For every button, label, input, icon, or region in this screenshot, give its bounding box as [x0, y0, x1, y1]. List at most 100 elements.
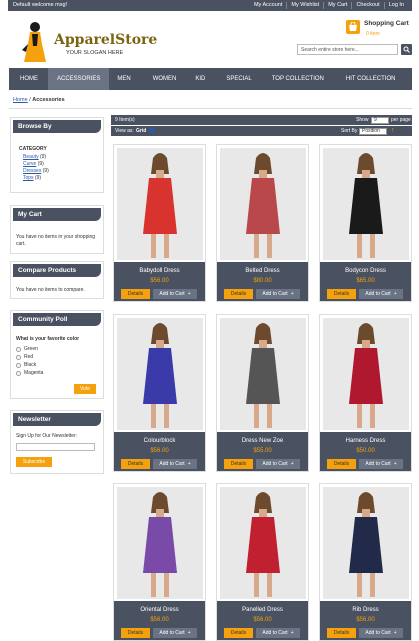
sort-by-label: Sort By	[341, 128, 358, 134]
nav-men[interactable]: MEN	[109, 68, 143, 90]
product-image[interactable]	[323, 487, 409, 599]
add-to-cart-button[interactable]: Add to Cart +	[359, 459, 403, 469]
product-image[interactable]	[220, 487, 306, 599]
add-to-cart-label: Add to Cart	[365, 630, 391, 636]
add-to-cart-label: Add to Cart	[262, 461, 288, 467]
product-card: Colourblock $56.00 Details Add to Cart +	[113, 314, 206, 472]
product-name[interactable]: Rib Dress	[320, 607, 411, 613]
browse-by-block: Browse By CATEGORY Beauty (9) Curve (9) …	[10, 117, 104, 193]
plus-icon: +	[393, 630, 397, 636]
checkout-link[interactable]: Checkout	[351, 2, 383, 9]
category-link-tops[interactable]: Tops	[23, 175, 34, 181]
add-to-cart-button[interactable]: Add to Cart +	[256, 459, 300, 469]
add-to-cart-button[interactable]: Add to Cart +	[153, 459, 197, 469]
product-name[interactable]: Dress New Zoe	[217, 438, 308, 444]
add-to-cart-label: Add to Cart	[159, 630, 185, 636]
product-image[interactable]	[117, 148, 203, 260]
add-to-cart-button[interactable]: Add to Cart +	[256, 289, 300, 299]
newsletter-block: Newsletter Sign Up for Our Newsletter: S…	[10, 410, 104, 474]
nav-accessories[interactable]: ACCESSORIES	[48, 68, 110, 90]
radio-button[interactable]	[16, 346, 21, 352]
my-cart-block: My Cart You have no items in your shoppi…	[10, 205, 104, 254]
my-account-link[interactable]: My Account	[250, 2, 286, 9]
product-name[interactable]: Belted Dress	[217, 268, 308, 274]
log-in-link[interactable]: Log In	[383, 2, 408, 9]
nav-home[interactable]: HOME	[14, 68, 48, 90]
details-button[interactable]: Details	[121, 459, 150, 469]
radio-button[interactable]	[16, 362, 21, 368]
product-info: Babydoll Dress $56.00 Details Add to Cart +	[114, 262, 205, 301]
details-button[interactable]: Details	[327, 459, 356, 469]
product-name[interactable]: Panelled Dress	[217, 607, 308, 613]
product-card: Oriental Dress $56.00 Details Add to Cart +	[113, 483, 206, 641]
product-price: $56.00	[150, 617, 169, 623]
poll-option-magenta[interactable]: Magenta	[16, 369, 98, 377]
divider	[9, 108, 412, 109]
add-to-cart-button[interactable]: Add to Cart +	[153, 289, 197, 299]
community-poll-block: Community Poll What is your favorite col…	[10, 310, 104, 399]
sort-by-select[interactable]: Position	[359, 127, 387, 135]
nav-top-collection[interactable]: TOP COLLECTION	[264, 68, 338, 90]
breadcrumb-home[interactable]: Home	[13, 97, 28, 103]
add-to-cart-button[interactable]: Add to Cart +	[256, 628, 300, 638]
logo-figure-icon	[20, 20, 50, 66]
search-button[interactable]	[401, 44, 412, 55]
search-input[interactable]: Search entire store here...	[297, 44, 398, 55]
product-name[interactable]: Bodycon Dress	[320, 268, 411, 274]
category-link-beauty[interactable]: Beauty	[23, 154, 39, 160]
category-link-curve[interactable]: Curve	[23, 161, 36, 167]
nav-kid[interactable]: KID	[187, 68, 217, 90]
my-cart-title: My Cart	[13, 208, 101, 221]
category-item: Dresses (9)	[19, 168, 49, 175]
product-image[interactable]	[323, 148, 409, 260]
add-to-cart-button[interactable]: Add to Cart +	[153, 628, 197, 638]
details-button[interactable]: Details	[121, 628, 150, 638]
poll-option-black[interactable]: Black	[16, 361, 98, 369]
product-name[interactable]: Babydoll Dress	[114, 268, 205, 274]
nav-special[interactable]: SPECIAL	[217, 68, 263, 90]
product-card: Panelled Dress $56.00 Details Add to Cart +	[216, 483, 309, 641]
poll-option-green[interactable]: Green	[16, 345, 98, 353]
my-cart-link[interactable]: My Cart	[323, 2, 351, 9]
store-logo[interactable]: ApparelStore YOUR SLOGAN HERE	[20, 20, 157, 66]
add-to-cart-button[interactable]: Add to Cart +	[359, 289, 403, 299]
radio-button[interactable]	[16, 370, 21, 376]
plus-icon: +	[187, 291, 191, 297]
my-wishlist-link[interactable]: My Wishlist	[286, 2, 323, 9]
add-to-cart-button[interactable]: Add to Cart +	[359, 628, 403, 638]
details-button[interactable]: Details	[224, 459, 253, 469]
newsletter-email-input[interactable]	[16, 443, 95, 451]
dress-shape	[246, 178, 280, 234]
sort-direction-icon[interactable]: ↑	[391, 127, 395, 134]
top-bar: Default welcome msg! My Account My Wishl…	[8, 0, 412, 11]
vote-button[interactable]: Vote	[74, 384, 96, 394]
view-grid[interactable]: Grid	[136, 128, 146, 134]
product-name[interactable]: Oriental Dress	[114, 607, 205, 613]
product-name[interactable]: Colourblock	[114, 438, 205, 444]
details-button[interactable]: Details	[327, 289, 356, 299]
header-cart[interactable]: Shopping Cart 0 item	[346, 20, 412, 40]
details-button[interactable]: Details	[121, 289, 150, 299]
product-image[interactable]	[220, 318, 306, 430]
product-image[interactable]	[220, 148, 306, 260]
category-link-dresses[interactable]: Dresses	[23, 168, 41, 174]
product-image[interactable]	[117, 318, 203, 430]
add-to-cart-label: Add to Cart	[262, 291, 288, 297]
details-button[interactable]: Details	[327, 628, 356, 638]
show-per-page-select[interactable]: 9	[371, 116, 389, 124]
details-button[interactable]: Details	[224, 628, 253, 638]
product-image[interactable]	[323, 318, 409, 430]
nav-women[interactable]: WOMEN	[144, 68, 188, 90]
product-name[interactable]: Harness Dress	[320, 438, 411, 444]
nav-hit-collection[interactable]: HIT COLLECTION	[338, 68, 404, 90]
product-image[interactable]	[117, 487, 203, 599]
browse-by-title: Browse By	[13, 120, 101, 133]
items-count: 9 Item(s)	[115, 117, 135, 123]
product-card: Dress New Zoe $55.00 Details Add to Cart +	[216, 314, 309, 472]
list-view-icon[interactable]	[149, 128, 154, 133]
subscribe-button[interactable]: Subscribe	[16, 457, 52, 467]
radio-button[interactable]	[16, 354, 21, 360]
details-button[interactable]: Details	[224, 289, 253, 299]
show-label: Show	[356, 117, 369, 123]
poll-option-red[interactable]: Red	[16, 353, 98, 361]
